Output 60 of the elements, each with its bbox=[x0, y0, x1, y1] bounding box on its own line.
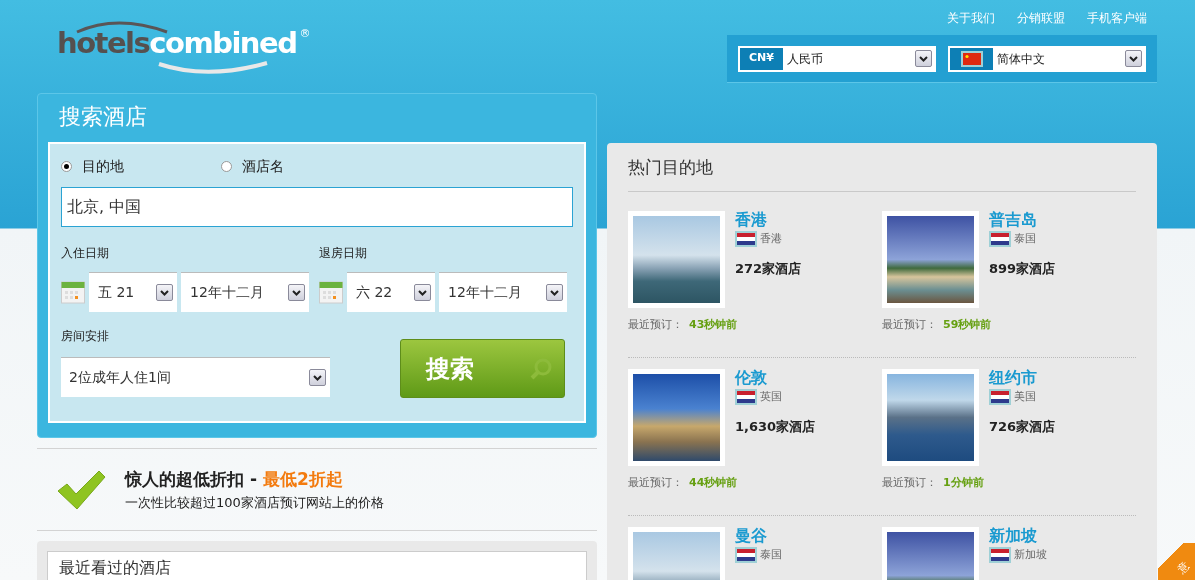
flag-icon bbox=[989, 388, 1011, 405]
day-select[interactable]: 五 21 bbox=[89, 272, 177, 312]
photo-placeholder[interactable] bbox=[628, 210, 725, 308]
photo-placeholder[interactable] bbox=[882, 210, 979, 308]
language-select[interactable]: 简体中文 bbox=[948, 45, 1146, 72]
destination-link[interactable]: 曼谷 bbox=[735, 526, 782, 545]
flag-icon bbox=[960, 50, 983, 67]
month-select[interactable]: 12年十二月 bbox=[181, 272, 309, 312]
panel-title: 最近看过的酒店 bbox=[59, 558, 171, 577]
header-link[interactable]: 手机客户端 bbox=[1087, 9, 1147, 27]
hotel-count: 899家酒店 bbox=[989, 260, 1056, 278]
flag-icon bbox=[989, 230, 1011, 247]
promo-headline: 惊人的超低折扣 - 最低2折起 bbox=[125, 468, 344, 491]
panel-title: 热门目的地 bbox=[628, 157, 713, 177]
flag-icon bbox=[989, 546, 1011, 563]
destination-link[interactable]: 香港 bbox=[735, 210, 802, 229]
rooms-label: 房间安排 bbox=[61, 328, 110, 345]
radio-option[interactable]: 目的地 bbox=[61, 156, 221, 177]
booking-label: 最近预订： bbox=[628, 316, 683, 333]
booking-label: 最近预订： bbox=[882, 316, 937, 333]
flag-icon bbox=[735, 388, 757, 405]
country-label: 新加坡 bbox=[1014, 546, 1047, 563]
currency-select[interactable]: CN¥ 人民币 bbox=[738, 45, 936, 72]
booking-time: 1分钟前 bbox=[943, 474, 984, 491]
panel-title: 搜索酒店 bbox=[58, 103, 148, 131]
country-label: 香港 bbox=[760, 230, 782, 247]
month-select[interactable]: 12年十二月 bbox=[439, 272, 567, 312]
flag-icon bbox=[735, 546, 757, 563]
destination-link[interactable]: 新加坡 bbox=[989, 526, 1047, 545]
destination-link[interactable]: 纽约市 bbox=[989, 368, 1056, 387]
search-button[interactable]: 搜索 bbox=[400, 339, 565, 398]
logo[interactable]: hotelscombined® bbox=[57, 18, 311, 74]
hotel-count: 726家酒店 bbox=[989, 418, 1056, 436]
photo-placeholder[interactable] bbox=[882, 368, 979, 466]
destination-field[interactable]: 北京, 中国 bbox=[61, 187, 573, 227]
booking-label: 最近预订： bbox=[628, 474, 683, 491]
country-label: 美国 bbox=[1014, 388, 1036, 405]
booking-label: 最近预订： bbox=[882, 474, 937, 491]
header-link[interactable]: 分销联盟 bbox=[1017, 9, 1065, 27]
booking-time: 43秒钟前 bbox=[689, 316, 738, 333]
day-select[interactable]: 六 22 bbox=[347, 272, 435, 312]
photo-placeholder[interactable] bbox=[628, 368, 725, 466]
checkmark-icon bbox=[55, 468, 107, 511]
hotel-count: 272家酒店 bbox=[735, 260, 802, 278]
booking-time: 59秒钟前 bbox=[943, 316, 992, 333]
feedback-ribbon[interactable]: 意 bbox=[1158, 543, 1195, 580]
booking-time: 44秒钟前 bbox=[689, 474, 738, 491]
date-label: 退房日期 bbox=[319, 245, 368, 262]
promo-subtext: 一次性比较超过100家酒店预订网站上的价格 bbox=[125, 493, 384, 512]
radio-option[interactable]: 酒店名 bbox=[221, 156, 381, 177]
country-label: 泰国 bbox=[760, 546, 782, 563]
hotel-count: 1,630家酒店 bbox=[735, 418, 816, 436]
destination-link[interactable]: 伦敦 bbox=[735, 368, 816, 387]
flag-icon bbox=[735, 230, 757, 247]
destination-link[interactable]: 普吉岛 bbox=[989, 210, 1056, 229]
country-label: 泰国 bbox=[1014, 230, 1036, 247]
rooms-select[interactable]: 2位成年人住1间 bbox=[61, 357, 330, 397]
date-label: 入住日期 bbox=[61, 245, 110, 262]
header-link[interactable]: 关于我们 bbox=[947, 9, 995, 27]
country-label: 英国 bbox=[760, 388, 782, 405]
